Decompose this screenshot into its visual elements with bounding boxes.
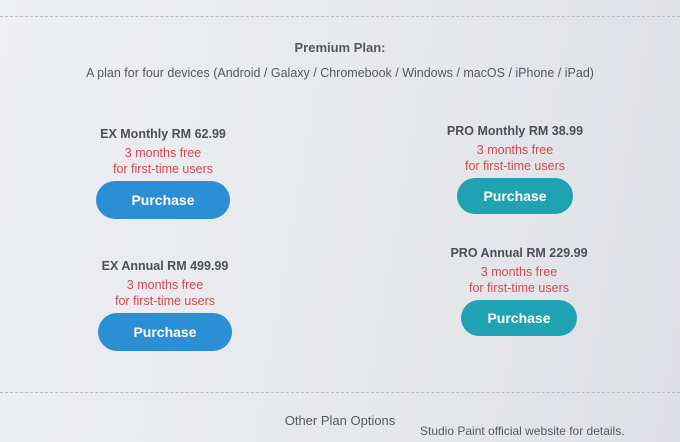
purchase-ex-annual-button[interactable]: Purchase xyxy=(98,313,232,351)
offer-line-1: 3 months free xyxy=(124,146,202,160)
purchase-pro-monthly-button[interactable]: Purchase xyxy=(457,178,573,214)
premium-plan-subtitle: A plan for four devices (Android / Galax… xyxy=(86,66,594,80)
top-divider xyxy=(0,16,680,17)
offer-line-1: 3 months free xyxy=(476,143,554,157)
plan-offer: 3 months free for first-time users xyxy=(434,264,604,296)
plan-name: PRO Annual RM 229.99 xyxy=(450,246,588,260)
plan-ex-annual: EX Annual RM 499.99 3 months free for fi… xyxy=(80,259,250,351)
offer-line-2: for first-time users xyxy=(468,281,569,295)
premium-plan-page: Premium Plan: A plan for four devices (A… xyxy=(0,0,680,442)
website-details-text: Studio Paint official website for detail… xyxy=(420,424,625,438)
purchase-ex-monthly-button[interactable]: Purchase xyxy=(96,181,230,219)
plan-ex-monthly: EX Monthly RM 62.99 3 months free for fi… xyxy=(78,127,248,219)
purchase-pro-annual-button[interactable]: Purchase xyxy=(461,300,577,336)
plan-offer: 3 months free for first-time users xyxy=(78,145,248,177)
plan-pro-annual: PRO Annual RM 229.99 3 months free for f… xyxy=(434,246,604,336)
plan-offer: 3 months free for first-time users xyxy=(430,142,600,174)
plan-name: EX Annual RM 499.99 xyxy=(101,259,229,273)
offer-line-2: for first-time users xyxy=(114,294,215,308)
offer-line-1: 3 months free xyxy=(126,278,204,292)
offer-line-2: for first-time users xyxy=(464,159,565,173)
bottom-divider xyxy=(0,392,680,393)
offer-line-1: 3 months free xyxy=(480,265,558,279)
plan-name: PRO Monthly RM 38.99 xyxy=(446,124,584,138)
plan-pro-monthly: PRO Monthly RM 38.99 3 months free for f… xyxy=(430,124,600,214)
plan-name: EX Monthly RM 62.99 xyxy=(100,127,226,141)
premium-plan-title: Premium Plan: xyxy=(294,40,386,55)
plan-offer: 3 months free for first-time users xyxy=(80,277,250,309)
offer-line-2: for first-time users xyxy=(112,162,213,176)
